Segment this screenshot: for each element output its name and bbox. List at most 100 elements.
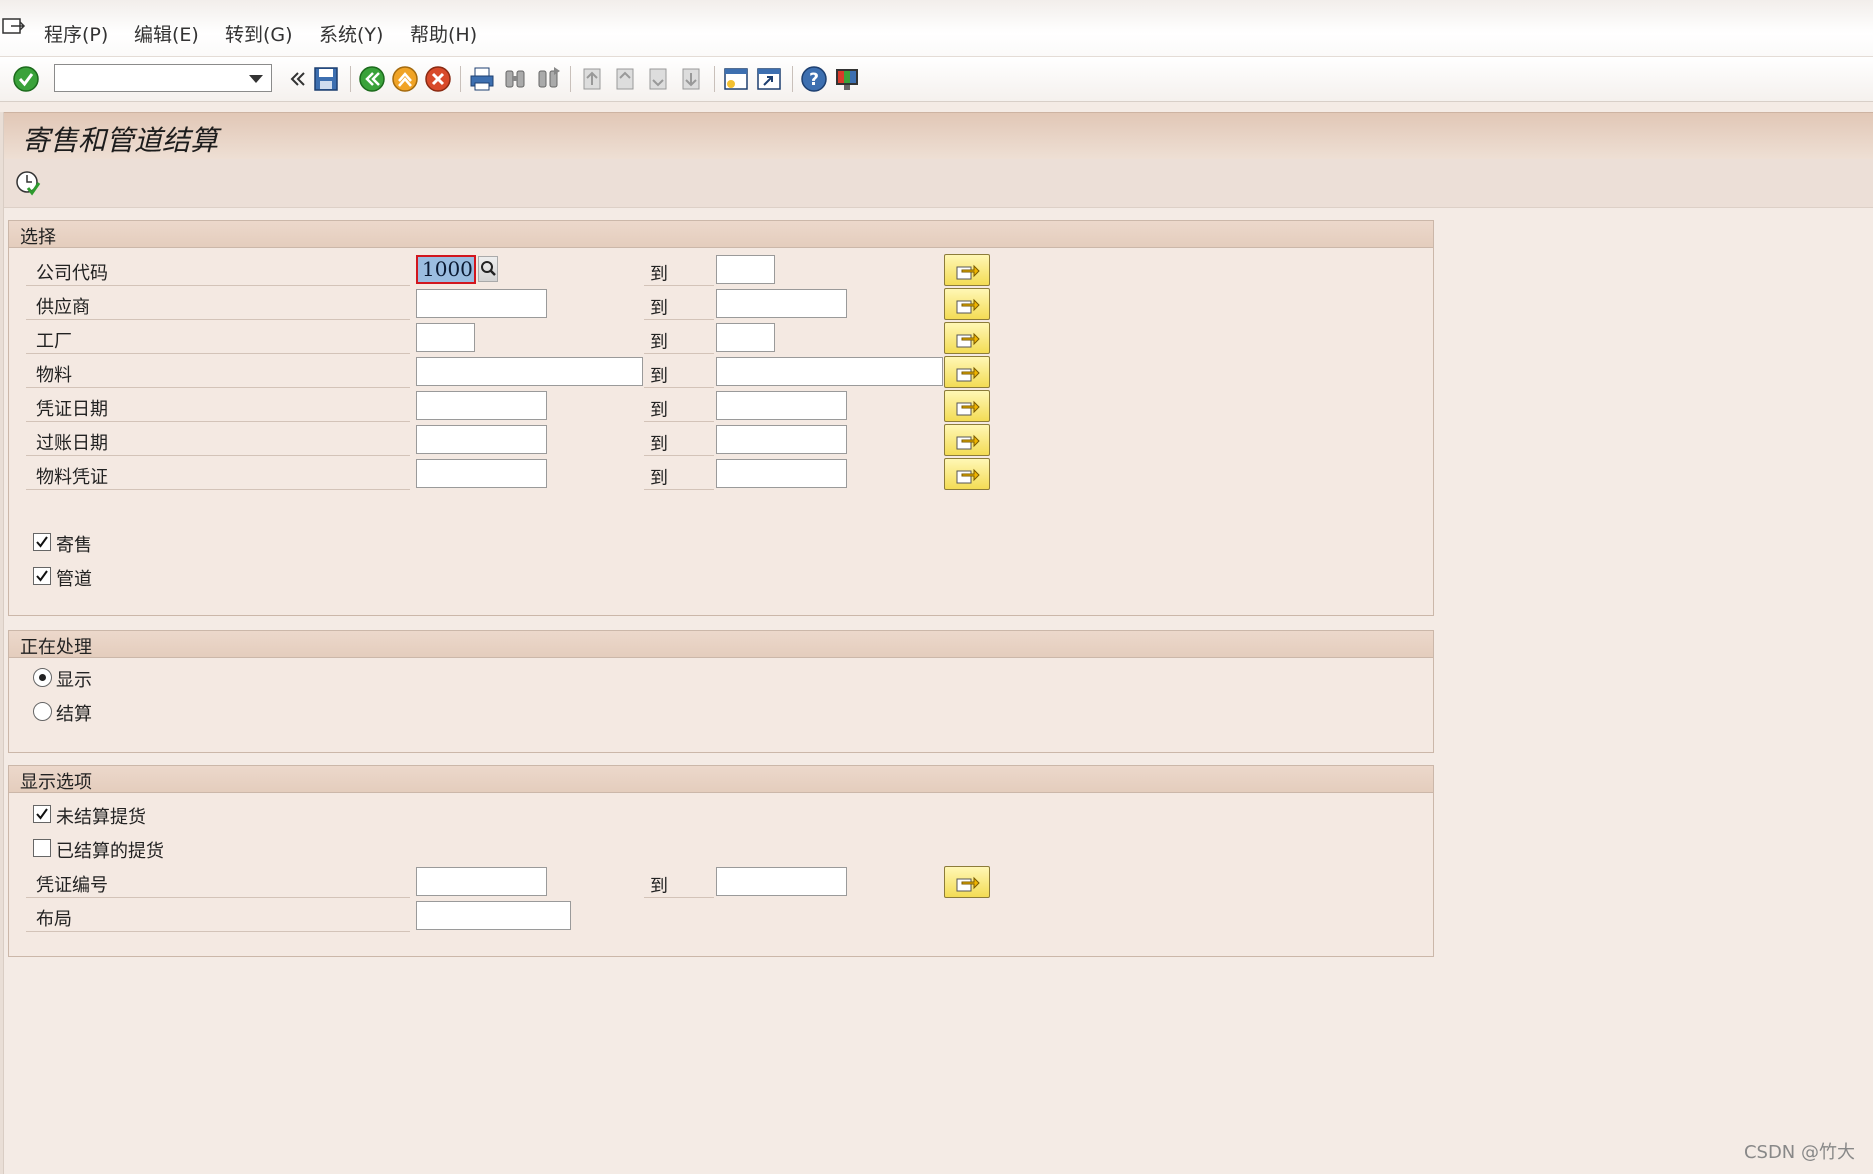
vendor-label: 供应商: [26, 288, 410, 320]
document-number-to-input[interactable]: [716, 867, 847, 896]
new-session-icon[interactable]: [720, 63, 752, 95]
system-menu-icon[interactable]: [2, 18, 26, 38]
multiple-selection-icon: [956, 434, 980, 450]
radio-selected-dot: [39, 674, 46, 681]
processing-header-text: 正在处理: [20, 637, 92, 658]
company-code-multiple-selection-button[interactable]: [944, 254, 990, 286]
vendor-to-input[interactable]: [716, 289, 847, 318]
document-number-multiple-selection-button[interactable]: [944, 866, 990, 898]
document-date-multiple-selection-button[interactable]: [944, 390, 990, 422]
document-date-from-input[interactable]: [416, 391, 547, 420]
print-icon[interactable]: [466, 63, 498, 95]
processing-group-header: 正在处理: [9, 631, 1433, 658]
multiple-selection-icon: [956, 298, 980, 314]
material-document-multiple-selection-button[interactable]: [944, 458, 990, 490]
checkmark-icon: [36, 808, 48, 820]
material-document-from-input[interactable]: [416, 459, 547, 488]
material-to-input[interactable]: [716, 357, 943, 386]
back-icon[interactable]: [356, 63, 388, 95]
application-toolbar: [4, 159, 1873, 208]
selection-group-header: 选择: [9, 221, 1433, 248]
command-dropdown-icon[interactable]: [249, 75, 263, 83]
plant-to-label: 到: [644, 322, 714, 354]
menu-program[interactable]: 程序(P): [44, 20, 108, 47]
company-code-to-label: 到: [644, 254, 714, 286]
plant-to-input[interactable]: [716, 323, 775, 352]
find-icon[interactable]: [499, 63, 531, 95]
pipeline-label: 管道: [56, 569, 92, 590]
execute-icon[interactable]: [14, 169, 42, 197]
document-number-to-label: 到: [644, 866, 714, 898]
company-code-label: 公司代码: [26, 254, 410, 286]
menu-help[interactable]: 帮助(H): [410, 20, 477, 47]
processing-group: 正在处理: [8, 630, 1434, 753]
company-code-from-input[interactable]: 1000: [416, 255, 476, 284]
material-from-input[interactable]: [416, 357, 643, 386]
toolbar-separator: [350, 66, 351, 92]
menu-edit[interactable]: 编辑(E): [134, 20, 199, 47]
customize-layout-icon[interactable]: [831, 63, 863, 95]
display-options-header-text: 显示选项: [20, 772, 92, 793]
display-radio[interactable]: [33, 668, 52, 687]
title-bar: 寄售和管道结算: [4, 112, 1873, 159]
posting-date-to-label: 到: [644, 424, 714, 456]
unsettled-withdrawals-checkbox[interactable]: [33, 805, 51, 823]
vendor-multiple-selection-button[interactable]: [944, 288, 990, 320]
material-document-to-input[interactable]: [716, 459, 847, 488]
last-page-icon[interactable]: [675, 63, 707, 95]
find-next-icon[interactable]: [532, 63, 564, 95]
layout-label: 布局: [26, 900, 410, 932]
document-date-to-input[interactable]: [716, 391, 847, 420]
save-icon[interactable]: [310, 63, 342, 95]
plant-multiple-selection-button[interactable]: [944, 322, 990, 354]
multiple-selection-icon: [956, 876, 980, 892]
next-page-icon[interactable]: [642, 63, 674, 95]
document-number-label: 凭证编号: [26, 866, 410, 898]
checkmark-icon: [36, 536, 48, 548]
toolbar-separator: [570, 66, 571, 92]
material-label: 物料: [26, 356, 410, 388]
layout-input[interactable]: [416, 901, 571, 930]
company-code-search-help[interactable]: [478, 256, 498, 282]
material-to-label: 到: [644, 356, 714, 388]
first-page-icon[interactable]: [576, 63, 608, 95]
posting-date-to-input[interactable]: [716, 425, 847, 454]
unsettled-withdrawals-label: 未结算提货: [56, 807, 146, 828]
previous-page-icon[interactable]: [609, 63, 641, 95]
display-options-group-header: 显示选项: [9, 766, 1433, 793]
toolbar-separator: [460, 66, 461, 92]
help-icon[interactable]: ?: [798, 63, 830, 95]
pipeline-checkbox[interactable]: [33, 567, 51, 585]
plant-label: 工厂: [26, 322, 410, 354]
enter-check-icon[interactable]: [10, 63, 42, 95]
svg-text:?: ?: [809, 70, 819, 90]
material-multiple-selection-button[interactable]: [944, 356, 990, 388]
left-border: [0, 112, 4, 1174]
command-field[interactable]: [54, 64, 272, 92]
multiple-selection-icon: [956, 332, 980, 348]
posting-date-from-input[interactable]: [416, 425, 547, 454]
display-radio-label: 显示: [56, 670, 92, 691]
posting-date-multiple-selection-button[interactable]: [944, 424, 990, 456]
menu-bar: 程序(P) 编辑(E) 转到(G) 系统(Y) 帮助(H): [0, 0, 1873, 57]
document-number-from-input[interactable]: [416, 867, 547, 896]
vendor-from-input[interactable]: [416, 289, 547, 318]
standard-toolbar: ?: [0, 57, 1873, 102]
page-title: 寄售和管道结算: [22, 124, 219, 157]
settle-radio[interactable]: [33, 702, 52, 721]
material-document-label: 物料凭证: [26, 458, 410, 490]
toolbar-separator: [714, 66, 715, 92]
menu-goto[interactable]: 转到(G): [225, 20, 293, 47]
shortcut-icon[interactable]: [753, 63, 785, 95]
settled-withdrawals-checkbox[interactable]: [33, 839, 51, 857]
cancel-icon[interactable]: [422, 63, 454, 95]
company-code-to-input[interactable]: [716, 255, 775, 284]
exit-icon[interactable]: [389, 63, 421, 95]
consignment-checkbox[interactable]: [33, 533, 51, 551]
multiple-selection-icon: [956, 264, 980, 280]
settle-radio-label: 结算: [56, 704, 92, 725]
plant-from-input[interactable]: [416, 323, 475, 352]
settled-withdrawals-label: 已结算的提货: [56, 841, 164, 862]
document-date-label: 凭证日期: [26, 390, 410, 422]
menu-system[interactable]: 系统(Y): [319, 20, 383, 47]
